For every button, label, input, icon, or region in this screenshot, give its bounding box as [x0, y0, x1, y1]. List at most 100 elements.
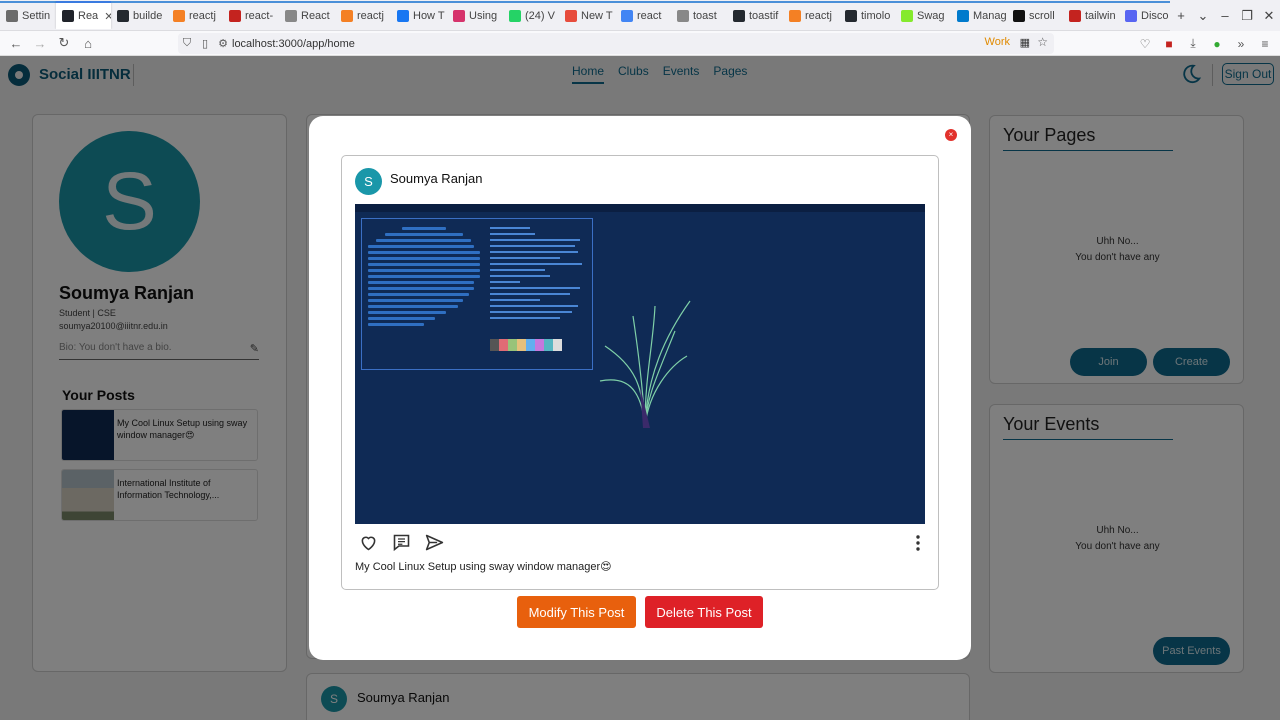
- browser-tab[interactable]: React: [279, 1, 335, 29]
- tab-label: builde: [133, 10, 163, 22]
- tab-label: toast: [693, 10, 717, 22]
- tab-favicon-icon: [6, 10, 18, 22]
- avatar: S: [355, 168, 382, 195]
- more-options-icon[interactable]: [913, 533, 923, 553]
- image-plant: [599, 300, 691, 428]
- tab-list-chevron-icon[interactable]: ⌄: [1192, 8, 1214, 24]
- reload-icon[interactable]: ↻: [52, 31, 76, 55]
- tab-label: tailwin: [1085, 10, 1116, 22]
- tab-favicon-icon: [565, 10, 577, 22]
- shield-icon[interactable]: ⛉: [178, 37, 196, 50]
- tab-label: Settin: [22, 10, 51, 22]
- toolbar-extensions: ♡ ■ ⤓ ● » ≡: [1136, 31, 1274, 56]
- downloads-icon[interactable]: ⤓: [1184, 36, 1202, 51]
- extension-icon[interactable]: ■: [1160, 37, 1178, 51]
- tab-label: react: [637, 10, 662, 22]
- browser-toolbar: ← → ↻ ⌂ ⛉ ▯ ⚙ localhost:3000/app/home Wo…: [0, 31, 1280, 56]
- container-label[interactable]: Work: [985, 36, 1010, 48]
- like-heart-icon[interactable]: [358, 532, 379, 553]
- browser-tab[interactable]: (24) V: [503, 1, 559, 29]
- tab-label: reactj: [357, 10, 384, 22]
- browser-tab[interactable]: react: [615, 1, 671, 29]
- tab-favicon-icon: [1013, 10, 1025, 22]
- tab-label: Swag: [917, 10, 945, 22]
- url-bar[interactable]: ⛉ ▯ ⚙ localhost:3000/app/home Work ▦ ☆: [178, 33, 1054, 54]
- browser-tab[interactable]: tailwin: [1063, 1, 1119, 29]
- browser-tab[interactable]: toastif: [727, 1, 783, 29]
- qr-icon[interactable]: ▦: [1020, 36, 1030, 49]
- browser-tab[interactable]: Using: [447, 1, 503, 29]
- browser-tab[interactable]: toast: [671, 1, 727, 29]
- tab-favicon-icon: [1069, 10, 1081, 22]
- forward-icon[interactable]: →: [28, 31, 52, 55]
- tab-label: New T: [581, 10, 613, 22]
- tab-favicon-icon: [117, 10, 129, 22]
- browser-tab[interactable]: Swag: [895, 1, 951, 29]
- comment-icon[interactable]: [391, 532, 412, 553]
- home-icon[interactable]: ⌂: [76, 31, 100, 55]
- tab-favicon-icon: [957, 10, 969, 22]
- image-terminal: [361, 218, 593, 370]
- tab-label: timolo: [861, 10, 891, 22]
- tab-label: (24) V: [525, 10, 555, 22]
- close-icon[interactable]: ×: [945, 129, 957, 141]
- delete-post-button[interactable]: Delete This Post: [645, 596, 763, 628]
- browser-tab[interactable]: builde: [111, 1, 167, 29]
- pocket-icon[interactable]: ♡: [1136, 37, 1154, 51]
- browser-tab[interactable]: scroll: [1007, 1, 1063, 29]
- tab-label: react-: [245, 10, 274, 22]
- post-card: S Soumya Ranjan My Cool Linux Setup usin…: [341, 155, 939, 590]
- permissions-icon[interactable]: ⚙: [214, 37, 232, 50]
- browser-tab[interactable]: New T: [559, 1, 615, 29]
- page-icon[interactable]: ▯: [196, 37, 214, 50]
- browser-tab[interactable]: reactj: [335, 1, 391, 29]
- close-window-button[interactable]: ✕: [1258, 8, 1280, 24]
- menu-icon[interactable]: ≡: [1256, 37, 1274, 51]
- restore-button[interactable]: ❐: [1236, 8, 1258, 24]
- url-text[interactable]: localhost:3000/app/home: [232, 38, 355, 50]
- post-image: [355, 204, 925, 524]
- window-controls: + ⌄ – ❐ ✕: [1170, 0, 1280, 31]
- image-color-swatches: [490, 339, 562, 351]
- browser-tab[interactable]: Rea ✕: [56, 1, 111, 29]
- browser-tab[interactable]: Manag: [951, 1, 1007, 29]
- share-send-icon[interactable]: [424, 532, 445, 553]
- tab-favicon-icon: [1125, 10, 1137, 22]
- tab-label: scroll: [1029, 10, 1055, 22]
- browser-tab[interactable]: How T: [391, 1, 447, 29]
- bookmark-star-icon[interactable]: ☆: [1037, 35, 1048, 49]
- image-ascii-art: [368, 227, 480, 357]
- image-topbar: [355, 204, 925, 212]
- tab-favicon-icon: [621, 10, 633, 22]
- tab-label: Using: [469, 10, 498, 22]
- tab-label: reactj: [805, 10, 832, 22]
- close-tab-icon[interactable]: ✕: [104, 10, 111, 23]
- browser-tab[interactable]: timolo: [839, 1, 895, 29]
- tab-label: Rea: [78, 10, 99, 22]
- tab-favicon-icon: [845, 10, 857, 22]
- back-icon[interactable]: ←: [4, 31, 28, 55]
- tab-favicon-icon: [285, 10, 297, 22]
- browser-tab[interactable]: Settin: [0, 1, 56, 29]
- tab-label: Manag: [973, 10, 1007, 22]
- tab-favicon-icon: [173, 10, 185, 22]
- tab-favicon-icon: [453, 10, 465, 22]
- tab-label: How T: [413, 10, 445, 22]
- modify-post-button[interactable]: Modify This Post: [517, 596, 636, 628]
- tab-favicon-icon: [229, 10, 241, 22]
- tab-label: Disco: [1141, 10, 1169, 22]
- vpn-icon[interactable]: ●: [1208, 37, 1226, 51]
- browser-tab[interactable]: reactj: [167, 1, 223, 29]
- tab-favicon-icon: [789, 10, 801, 22]
- new-tab-button[interactable]: +: [1170, 8, 1192, 23]
- post-actions: [358, 532, 445, 553]
- post-caption: My Cool Linux Setup using sway window ma…: [355, 561, 612, 573]
- post-modal: × S Soumya Ranjan My Cool Linux Setup us…: [309, 116, 971, 660]
- browser-tab[interactable]: reactj: [783, 1, 839, 29]
- minimize-button[interactable]: –: [1214, 8, 1236, 23]
- overflow-chevron-icon[interactable]: »: [1232, 37, 1250, 51]
- tab-label: reactj: [189, 10, 216, 22]
- tab-label: React: [301, 10, 330, 22]
- browser-tab[interactable]: react-: [223, 1, 279, 29]
- browser-tab[interactable]: Disco: [1119, 1, 1175, 29]
